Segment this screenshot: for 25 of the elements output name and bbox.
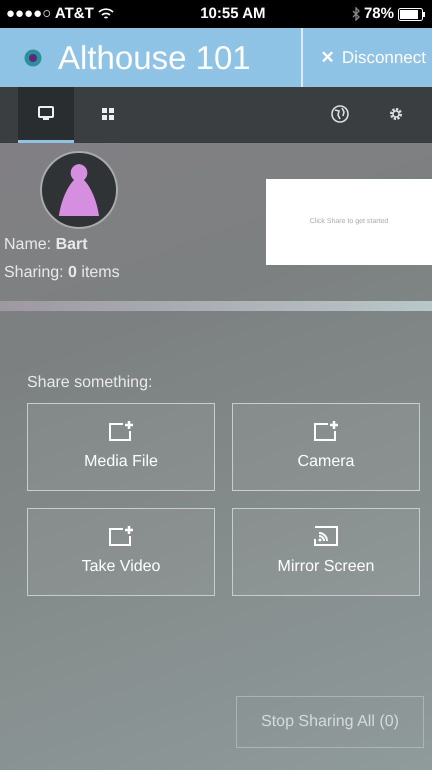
close-icon: × (321, 41, 334, 74)
wifi-icon (98, 8, 114, 20)
cast-icon (313, 525, 339, 547)
battery-icon (398, 8, 426, 20)
share-tile[interactable]: Camera (232, 403, 420, 491)
grid-icon (100, 106, 116, 122)
monitor-icon (38, 106, 54, 122)
person-icon (57, 162, 101, 218)
share-tile[interactable]: Take Video (27, 508, 215, 596)
carrier-text: ●●●●○ AT&T (6, 4, 94, 24)
section-heading: Share something: (27, 373, 154, 393)
logo-icon (24, 48, 42, 66)
bluetooth-icon (352, 7, 360, 21)
share-tile[interactable]: Mirror Screen (232, 508, 420, 596)
sharing-text: Sharing: 0 items (4, 263, 120, 283)
clock-text: 10:55 AM (200, 4, 266, 24)
tab[interactable] (18, 87, 74, 143)
add-media-icon (108, 525, 134, 547)
share-tile[interactable]: Media File (27, 403, 215, 491)
settings-icon (388, 106, 404, 122)
add-media-icon (313, 420, 339, 442)
add-media-icon (108, 420, 134, 442)
app-title: Althouse 101 (58, 38, 251, 78)
name-text: Name: Bart (4, 235, 89, 255)
battery-text: 78% (364, 4, 394, 24)
